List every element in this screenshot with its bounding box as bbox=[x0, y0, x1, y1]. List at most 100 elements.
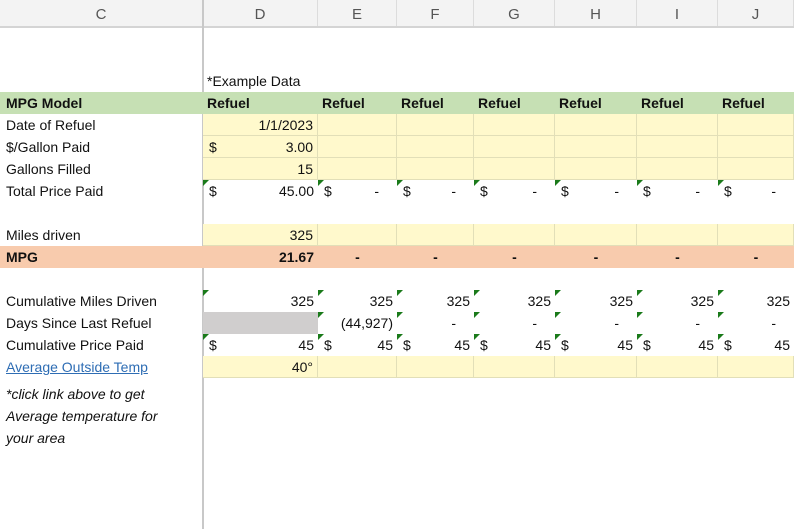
cell-days-since[interactable]: - bbox=[637, 312, 718, 334]
cell-cum-price[interactable]: $45 bbox=[637, 334, 718, 356]
cell-date[interactable] bbox=[555, 114, 637, 136]
cell-avg-temp[interactable] bbox=[718, 356, 794, 378]
cell-mpg[interactable]: - bbox=[555, 246, 637, 268]
cell-total-price[interactable]: $ - bbox=[718, 180, 794, 202]
cell-avg-temp[interactable] bbox=[474, 356, 555, 378]
row-avg-temp: Average Outside Temp 40° bbox=[0, 356, 794, 378]
row-date: Date of Refuel 1/1/2023 bbox=[0, 114, 794, 136]
cell-mpg[interactable]: - bbox=[397, 246, 474, 268]
cell-days-since[interactable]: - bbox=[474, 312, 555, 334]
footnote-line-3: your area bbox=[6, 430, 66, 446]
cell-mpg[interactable]: - bbox=[474, 246, 555, 268]
cell-cum-price[interactable]: $45 bbox=[474, 334, 555, 356]
cell-miles[interactable]: 325 bbox=[203, 224, 318, 246]
label-avg-temp[interactable]: Average Outside Temp bbox=[0, 356, 203, 378]
cell-cum-price[interactable]: $45 bbox=[203, 334, 318, 356]
average-temp-link[interactable]: Average Outside Temp bbox=[6, 359, 148, 375]
label-days-since: Days Since Last Refuel bbox=[6, 315, 152, 331]
cell-miles[interactable] bbox=[637, 224, 718, 246]
cell-total-price[interactable]: $ - bbox=[637, 180, 718, 202]
cell-miles[interactable] bbox=[718, 224, 794, 246]
cell-cum-miles[interactable]: 325 bbox=[555, 290, 637, 312]
cell-price-per-gallon[interactable]: $3.00 bbox=[203, 136, 318, 158]
cell-days-since[interactable]: - bbox=[555, 312, 637, 334]
cell-gallons[interactable] bbox=[555, 158, 637, 180]
cell-cum-miles[interactable]: 325 bbox=[318, 290, 397, 312]
cell-price-per-gallon[interactable] bbox=[637, 136, 718, 158]
cell-cum-miles[interactable]: 325 bbox=[718, 290, 794, 312]
cell-date[interactable] bbox=[397, 114, 474, 136]
cell-price-per-gallon[interactable] bbox=[397, 136, 474, 158]
cell-miles[interactable] bbox=[397, 224, 474, 246]
cell-gallons[interactable] bbox=[397, 158, 474, 180]
cell-avg-temp[interactable] bbox=[637, 356, 718, 378]
cell-date[interactable] bbox=[474, 114, 555, 136]
cell-cum-miles[interactable]: 325 bbox=[397, 290, 474, 312]
cell-cum-price[interactable]: $45 bbox=[718, 334, 794, 356]
cell-date[interactable] bbox=[318, 114, 397, 136]
cell-miles[interactable] bbox=[318, 224, 397, 246]
cell-days-since[interactable]: (44,927) bbox=[318, 312, 397, 334]
cell-gallons[interactable] bbox=[318, 158, 397, 180]
column-header-d[interactable]: D bbox=[203, 0, 318, 26]
cell-value: - bbox=[614, 315, 619, 331]
cell-price-per-gallon[interactable] bbox=[555, 136, 637, 158]
cell-value: - bbox=[593, 249, 599, 265]
cell-d3[interactable]: *Example Data bbox=[203, 70, 403, 92]
cell-avg-temp[interactable]: 40° bbox=[203, 356, 318, 378]
cell-date[interactable]: 1/1/2023 bbox=[203, 114, 318, 136]
cell-price-per-gallon[interactable] bbox=[718, 136, 794, 158]
column-header-h[interactable]: H bbox=[555, 0, 637, 26]
cell-total-price[interactable]: $ - bbox=[555, 180, 637, 202]
spreadsheet[interactable]: CDEFGHIJ *Example Data MPG Model Refuel Ref… bbox=[0, 0, 794, 529]
cell-date[interactable] bbox=[718, 114, 794, 136]
cell-cum-miles[interactable]: 325 bbox=[203, 290, 318, 312]
label-cum-price: Cumulative Price Paid bbox=[6, 337, 144, 353]
cell-avg-temp[interactable] bbox=[397, 356, 474, 378]
cell-cum-miles[interactable]: 325 bbox=[474, 290, 555, 312]
cell-gallons[interactable] bbox=[474, 158, 555, 180]
cell-avg-temp[interactable] bbox=[555, 356, 637, 378]
column-header-e[interactable]: E bbox=[318, 0, 397, 26]
cell-mpg[interactable]: - bbox=[318, 246, 397, 268]
refuel-header[interactable]: Refuel bbox=[397, 92, 474, 114]
cell-miles[interactable] bbox=[555, 224, 637, 246]
column-header-i[interactable]: I bbox=[637, 0, 718, 26]
header-label[interactable]: MPG Model bbox=[0, 92, 203, 114]
cell-value: 15 bbox=[297, 161, 313, 177]
cell-days-since[interactable]: - bbox=[397, 312, 474, 334]
column-header-j[interactable]: J bbox=[718, 0, 794, 26]
cell-date[interactable] bbox=[637, 114, 718, 136]
cell-miles[interactable] bbox=[474, 224, 555, 246]
refuel-header[interactable]: Refuel bbox=[555, 92, 637, 114]
refuel-header[interactable]: Refuel bbox=[318, 92, 397, 114]
cell-gallons[interactable]: 15 bbox=[203, 158, 318, 180]
cell-avg-temp[interactable] bbox=[318, 356, 397, 378]
cell-cum-price[interactable]: $45 bbox=[318, 334, 397, 356]
cell-total-price[interactable]: $45.00 bbox=[203, 180, 318, 202]
cell-days-since[interactable]: - bbox=[718, 312, 794, 334]
cell-mpg[interactable]: 21.67 bbox=[203, 246, 318, 268]
cell-cum-price[interactable]: $45 bbox=[397, 334, 474, 356]
cell-total-price[interactable]: $ - bbox=[474, 180, 555, 202]
cell-days-since[interactable] bbox=[203, 312, 318, 334]
currency-symbol: $ bbox=[209, 337, 217, 353]
column-header-f[interactable]: F bbox=[397, 0, 474, 26]
cell-price-per-gallon[interactable] bbox=[318, 136, 397, 158]
refuel-header[interactable]: Refuel bbox=[637, 92, 718, 114]
cell-value: 1/1/2023 bbox=[258, 117, 314, 133]
column-header-g[interactable]: G bbox=[474, 0, 555, 26]
refuel-header[interactable]: Refuel bbox=[203, 92, 318, 114]
refuel-header[interactable]: Refuel bbox=[474, 92, 555, 114]
cell-price-per-gallon[interactable] bbox=[474, 136, 555, 158]
cell-total-price[interactable]: $ - bbox=[397, 180, 474, 202]
cell-gallons[interactable] bbox=[718, 158, 794, 180]
cell-mpg[interactable]: - bbox=[718, 246, 794, 268]
column-header-c[interactable]: C bbox=[0, 0, 203, 26]
refuel-header[interactable]: Refuel bbox=[718, 92, 794, 114]
cell-total-price[interactable]: $ - bbox=[318, 180, 397, 202]
cell-cum-miles[interactable]: 325 bbox=[637, 290, 718, 312]
cell-mpg[interactable]: - bbox=[637, 246, 718, 268]
cell-cum-price[interactable]: $45 bbox=[555, 334, 637, 356]
cell-gallons[interactable] bbox=[637, 158, 718, 180]
